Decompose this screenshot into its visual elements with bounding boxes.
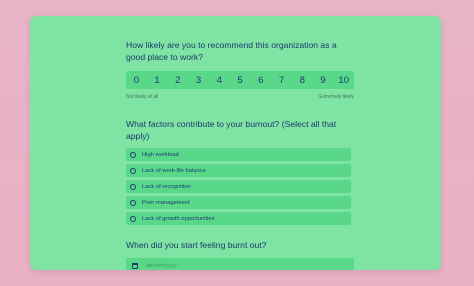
scale-option-8[interactable]: 8 <box>292 71 313 89</box>
scale-option-5[interactable]: 5 <box>230 71 251 89</box>
radio-circle-icon[interactable] <box>130 167 136 174</box>
survey-content: How likely are you to recommend this org… <box>126 40 354 270</box>
scale-option-9[interactable]: 9 <box>313 71 334 89</box>
option-label: Lack of growth opportunities <box>142 215 215 222</box>
radio-circle-icon[interactable] <box>130 151 136 158</box>
scale-low-label: Not likely at all <box>126 94 159 100</box>
radio-circle-icon[interactable] <box>130 215 136 222</box>
option-label: Lack of recognition <box>142 183 191 190</box>
option-label: Lack of work-life balance <box>142 167 206 174</box>
question-burnout-start-title: When did you start feeling burnt out? <box>126 240 267 250</box>
option-label: High workload <box>142 151 179 158</box>
nps-scale: 0 1 2 3 4 5 6 7 8 9 10 <box>126 71 354 89</box>
survey-card: How likely are you to recommend this org… <box>30 16 441 270</box>
scale-option-0[interactable]: 0 <box>126 71 147 89</box>
scale-option-3[interactable]: 3 <box>188 71 209 89</box>
date-input[interactable] <box>146 262 326 269</box>
scale-option-10[interactable]: 10 <box>333 71 354 89</box>
scale-option-1[interactable]: 1 <box>147 71 168 89</box>
scale-labels: Not likely at all Extremely likely <box>126 94 354 100</box>
option-high-workload[interactable]: High workload <box>126 148 351 161</box>
option-label: Poor management <box>142 199 190 206</box>
scale-option-6[interactable]: 6 <box>250 71 271 89</box>
question-burnout-factors-title: What factors contribute to your burnout?… <box>126 119 337 141</box>
scale-option-7[interactable]: 7 <box>271 71 292 89</box>
scale-option-4[interactable]: 4 <box>209 71 230 89</box>
burnout-factors-options: High workload Lack of work-life balance … <box>126 148 354 225</box>
option-poor-management[interactable]: Poor management <box>126 196 351 209</box>
radio-circle-icon[interactable] <box>130 199 136 206</box>
option-work-life-balance[interactable]: Lack of work-life balance <box>126 164 351 177</box>
option-growth-opportunities[interactable]: Lack of growth opportunities <box>126 212 351 225</box>
burnout-start-date-field[interactable] <box>126 257 354 270</box>
scale-option-2[interactable]: 2 <box>167 71 188 89</box>
option-recognition[interactable]: Lack of recognition <box>126 180 351 193</box>
question-recommend-title: How likely are you to recommend this org… <box>126 40 337 62</box>
radio-circle-icon[interactable] <box>130 183 136 190</box>
scale-high-label: Extremely likely <box>319 94 354 100</box>
calendar-icon[interactable] <box>132 262 138 269</box>
